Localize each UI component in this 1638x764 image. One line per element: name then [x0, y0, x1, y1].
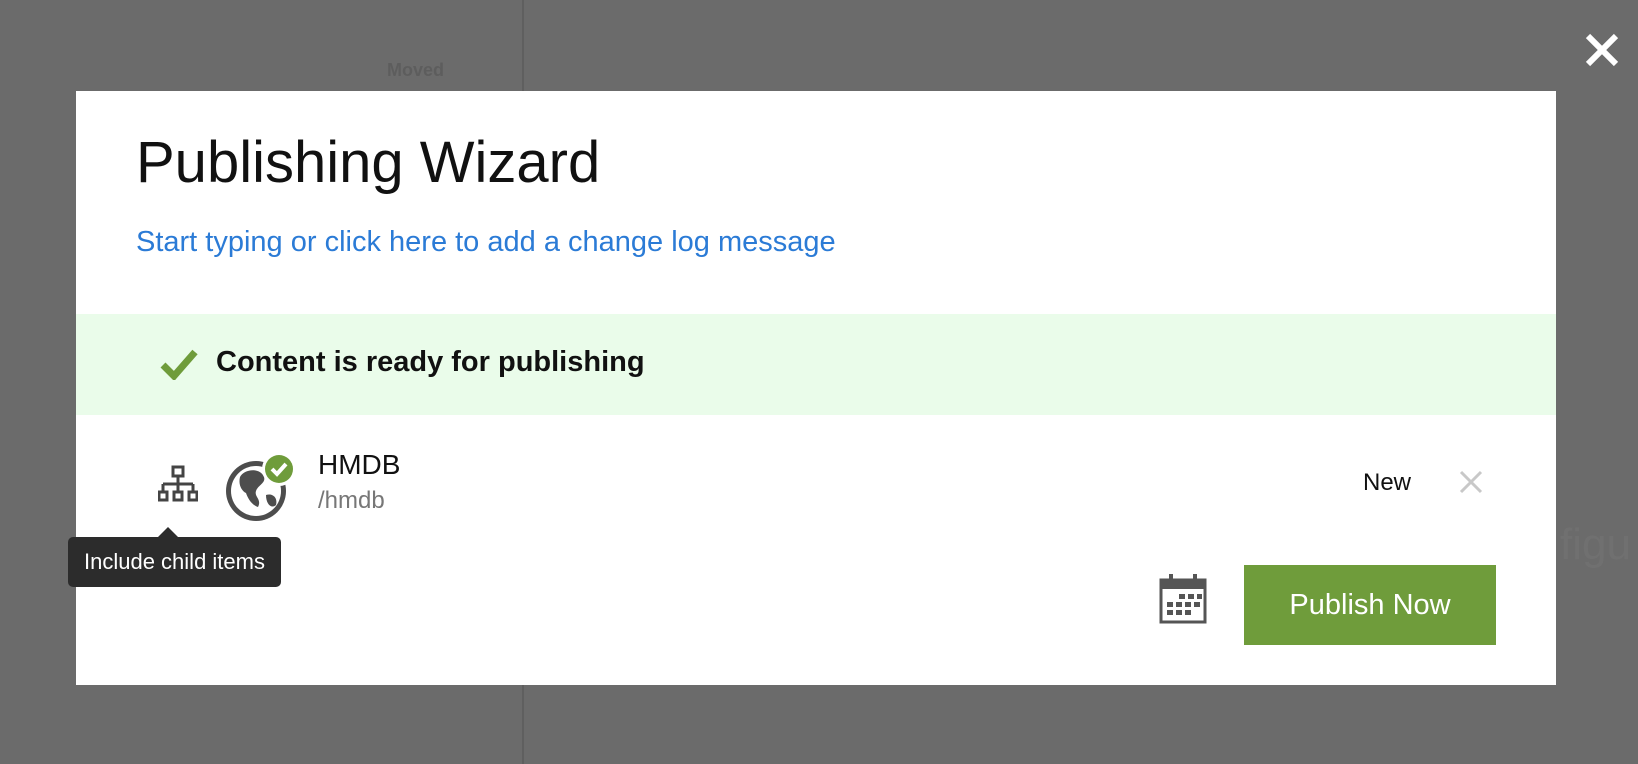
- background-text-fragment: figu: [1560, 520, 1631, 569]
- checkmark-icon: [160, 349, 198, 380]
- check-badge-icon: [262, 452, 296, 486]
- publish-item-row: HMDB /hmdb New: [76, 431, 1556, 531]
- item-path: /hmdb: [318, 487, 385, 514]
- background-column-label: Moved: [387, 60, 445, 80]
- changelog-message-input[interactable]: Start typing or click here to add a chan…: [136, 226, 836, 259]
- status-banner: Content is ready for publishing: [76, 314, 1556, 415]
- tooltip-text: Include child items: [84, 549, 265, 574]
- sitemap-icon[interactable]: [158, 465, 198, 503]
- remove-item-icon[interactable]: [1456, 467, 1486, 497]
- item-status: New: [1363, 469, 1412, 496]
- publish-now-button[interactable]: Publish Now: [1244, 565, 1496, 645]
- status-banner-text: Content is ready for publishing: [216, 346, 645, 378]
- tooltip-arrow: [158, 527, 178, 537]
- close-icon[interactable]: [1580, 28, 1624, 72]
- globe-icon: [226, 452, 296, 521]
- tooltip-include-child-items: Include child items: [68, 527, 281, 587]
- publishing-wizard-dialog: Publishing Wizard Start typing or click …: [68, 91, 1556, 685]
- calendar-icon[interactable]: [1159, 574, 1207, 624]
- item-name: HMDB: [318, 449, 401, 480]
- dialog-title: Publishing Wizard: [136, 130, 601, 195]
